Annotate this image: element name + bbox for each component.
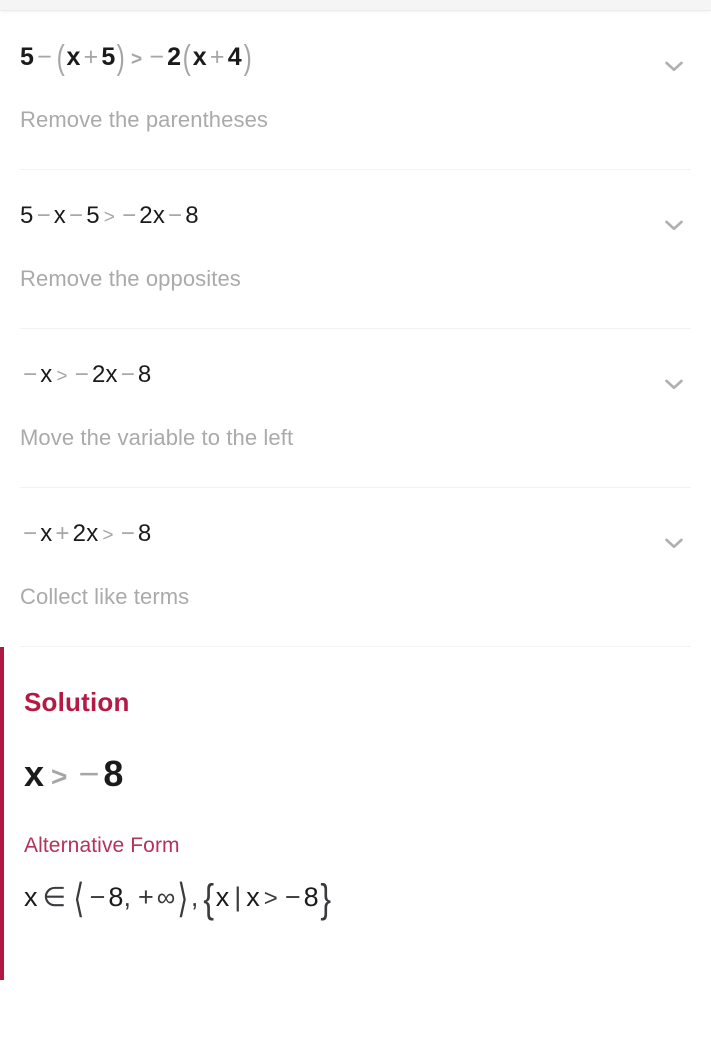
math-token: x	[40, 520, 53, 547]
math-token: −	[122, 202, 137, 229]
math-token: x	[105, 361, 118, 388]
math-token: −	[89, 882, 106, 912]
math-token: (	[182, 39, 192, 77]
math-token: 5	[20, 43, 35, 71]
math-token: −	[120, 520, 135, 547]
math-token: −	[37, 43, 52, 71]
solution-steps-list: 5− (x +5) > −2(x +4) Remove the parentheses 5− x…	[0, 11, 711, 647]
step-description: Move the variable to the left	[20, 425, 294, 450]
math-token: −	[23, 520, 38, 547]
solution-title: Solution	[24, 687, 130, 717]
math-token: −	[68, 202, 84, 229]
math-token: ⟨	[73, 877, 85, 921]
chevron-down-icon[interactable]	[659, 210, 689, 240]
math-token: ∞	[156, 882, 176, 912]
solver-screen: 5− (x +5) > −2(x +4) Remove the parentheses 5− x…	[0, 0, 711, 1040]
alternative-form-equation: x ∈ ⟨ −8, + ∞⟩, {x | x > −8}	[24, 877, 691, 921]
step-description: Collect like terms	[20, 584, 190, 609]
math-token: ,	[190, 882, 199, 912]
math-token: x	[24, 882, 38, 912]
math-token: +	[83, 43, 99, 71]
math-token: −	[149, 43, 165, 71]
math-token: 8	[108, 882, 124, 912]
math-token: 8	[303, 882, 319, 912]
math-token: >	[102, 525, 114, 546]
top-status-strip	[0, 0, 711, 11]
math-token: )	[243, 39, 252, 77]
math-token: x	[53, 202, 66, 229]
math-token: −	[78, 753, 100, 794]
math-token: −	[36, 202, 51, 229]
solution-step[interactable]: − x > −2x −8 Move the variable to the left	[0, 329, 711, 487]
math-token: 8	[137, 361, 152, 388]
math-token: x	[215, 882, 230, 912]
math-token: 4	[227, 43, 242, 71]
chevron-down-icon[interactable]	[659, 369, 689, 399]
solution-step[interactable]: 5− (x +5) > −2(x +4) Remove the parentheses	[0, 11, 711, 169]
alternative-form-title: Alternative Form	[24, 834, 180, 857]
math-token: )	[117, 39, 126, 77]
math-token: x	[152, 202, 166, 229]
solution-step[interactable]: − x +2x > −8 Collect like terms	[0, 488, 711, 646]
solution-equation: x > −8	[24, 756, 691, 792]
math-token: −	[23, 361, 38, 388]
math-token: 8	[185, 202, 199, 229]
math-token: |	[234, 882, 242, 912]
solution-panel: Solution x > −8 Alternative Form x ∈ ⟨ −8, + ∞⟩…	[0, 647, 711, 980]
math-token: ∈	[42, 882, 67, 912]
math-token: 2	[91, 361, 106, 388]
math-token: −	[74, 361, 89, 388]
math-token: x	[192, 43, 207, 71]
math-token: >	[263, 885, 278, 912]
math-token: x	[246, 882, 260, 912]
math-token: +	[55, 520, 70, 547]
solution-step[interactable]: 5− x −5 > −2x −8 Remove the opposites	[0, 170, 711, 328]
math-token: (	[56, 39, 65, 77]
math-token: −	[120, 361, 135, 388]
math-token: x	[24, 753, 45, 794]
chevron-down-icon[interactable]	[659, 528, 689, 558]
chevron-down-icon[interactable]	[659, 51, 689, 81]
math-token: 5	[101, 43, 116, 71]
step-description: Remove the parentheses	[20, 107, 269, 132]
step-expression: 5− x −5 > −2x −8	[20, 204, 199, 228]
step-description: Remove the opposites	[20, 266, 241, 291]
math-token: 5	[20, 202, 34, 229]
math-token: 8	[137, 520, 152, 547]
math-token: >	[51, 761, 68, 792]
math-token: >	[131, 49, 143, 70]
math-token: −	[284, 882, 301, 912]
math-token: >	[103, 207, 116, 228]
math-token: ,	[123, 882, 131, 912]
math-token: x	[40, 361, 53, 388]
math-token: 8	[103, 753, 124, 794]
math-token: +	[137, 882, 154, 912]
math-token: −	[168, 202, 183, 229]
math-token: 2	[72, 520, 87, 547]
math-token: 2	[167, 43, 182, 71]
math-token: +	[209, 43, 225, 71]
math-token: x	[66, 43, 81, 71]
math-token: ⟩	[177, 877, 189, 921]
step-expression: − x > −2x −8	[20, 363, 151, 387]
math-token: x	[86, 520, 99, 547]
math-token: 2	[139, 202, 153, 229]
step-expression: − x +2x > −8	[20, 522, 151, 546]
math-token: >	[56, 366, 68, 387]
step-expression: 5− (x +5) > −2(x +4)	[20, 39, 253, 77]
math-token: }	[319, 877, 331, 921]
math-token: {	[203, 877, 215, 921]
math-token: 5	[86, 202, 100, 229]
